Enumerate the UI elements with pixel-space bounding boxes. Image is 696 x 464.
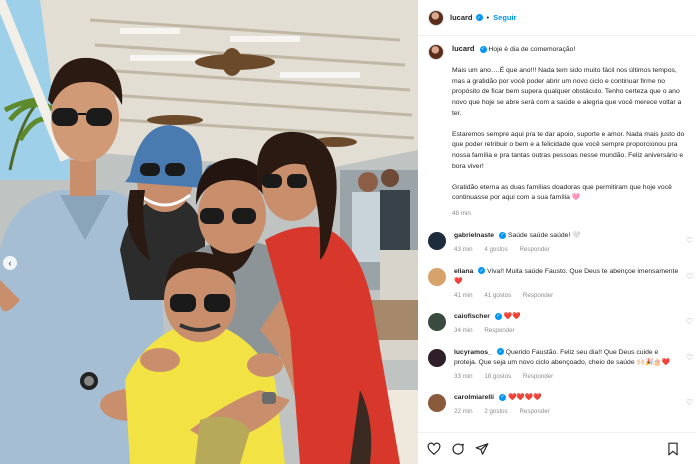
author-avatar[interactable] — [428, 9, 444, 26]
reply-button[interactable]: Responder — [523, 292, 553, 299]
comment-text: Viva!! Muita saúde Fausto. Que Deus te a… — [454, 267, 679, 285]
comment-text: ❤️❤️ — [503, 313, 521, 321]
commenter-username[interactable]: gabrielnaste — [454, 232, 494, 239]
caption-author-avatar[interactable] — [428, 44, 444, 60]
comment-like-heart-icon[interactable]: ♡ — [686, 318, 693, 326]
verified-badge-icon: ✓ — [494, 312, 502, 320]
comment-like-heart-icon[interactable]: ♡ — [686, 353, 693, 362]
commenter-avatar[interactable] — [428, 348, 446, 367]
verified-badge-icon: ✓ — [499, 393, 507, 401]
comment-like-heart-icon[interactable]: ♡ — [686, 399, 693, 407]
comment-likes[interactable]: 41 gostos — [484, 292, 511, 299]
commenter-avatar[interactable] — [428, 394, 446, 413]
verified-badge-icon: ✓ — [475, 14, 483, 21]
carousel-prev-button[interactable]: ‹ — [3, 256, 17, 270]
commenter-username[interactable]: eliana — [454, 268, 473, 275]
chevron-left-icon: ‹ — [8, 257, 12, 268]
comment-like-heart-icon[interactable]: ♡ — [686, 237, 693, 245]
comment-icon — [452, 443, 464, 455]
post-header: lucard ✓ • Seguir — [418, 0, 696, 36]
comment-time: 22 min — [454, 408, 473, 416]
family-photo-illustration — [0, 0, 418, 464]
comment-time: 41 min — [454, 291, 473, 299]
comment-like-heart-icon[interactable]: ♡ — [686, 272, 693, 281]
comment-likes[interactable]: 4 gostos — [484, 246, 507, 253]
caption-line-1: Hoje é dia de comemoração! — [488, 46, 576, 53]
reply-button[interactable]: Responder — [523, 373, 553, 380]
post-comments-scroll[interactable]: lucard ✓ Hoje é dia de comemoração! Mais … — [418, 36, 696, 432]
reply-button[interactable]: Responder — [484, 327, 514, 334]
comment-time: 34 min — [454, 327, 473, 335]
comment-item: eliana ✓ Viva!! Muita saúde Fausto. Que D… — [418, 267, 696, 302]
comment-item: caiofischer ✓ ❤️❤️ 34 min Responder ♡ — [418, 312, 696, 336]
reply-button[interactable]: Responder — [519, 246, 549, 253]
heart-icon — [427, 442, 441, 455]
post-side-panel: lucard ✓ • Seguir lucard ✓ Hoje é dia de … — [418, 0, 696, 464]
verified-badge-icon: ✓ — [499, 231, 507, 239]
follow-button[interactable]: Seguir — [493, 13, 516, 22]
commenter-username[interactable]: carolmiarelli — [454, 394, 494, 401]
separator-dot: • — [486, 13, 490, 22]
post-action-bar — [418, 432, 696, 464]
comment-item: gabrielnaste ✓ Saúde saúde saúde! 🤍 43 mi… — [418, 231, 696, 255]
reply-button[interactable]: Responder — [519, 408, 549, 415]
share-icon — [475, 442, 489, 455]
caption-timestamp: 48 min — [452, 209, 471, 217]
author-username[interactable]: lucard — [450, 13, 473, 22]
caption-line-2: Mais um ano….É que ano!!! Nada tem sido … — [452, 67, 682, 117]
bookmark-icon — [668, 442, 678, 456]
commenter-avatar[interactable] — [428, 313, 446, 332]
post-caption: lucard ✓ Hoje é dia de comemoração! Mais … — [418, 36, 696, 219]
verified-badge-icon: ✓ — [479, 45, 487, 53]
verified-badge-icon: ✓ — [496, 348, 504, 356]
comment-time: 33 min — [454, 372, 473, 380]
post-photo: ‹ — [0, 0, 418, 464]
commenter-username[interactable]: caiofischer — [454, 313, 490, 320]
caption-username[interactable]: lucard — [452, 44, 475, 53]
comment-button[interactable] — [451, 442, 465, 456]
verified-badge-icon: ✓ — [478, 267, 486, 275]
caption-line-3: Estaremos sempre aqui pra te dar apoio, … — [452, 130, 685, 170]
comment-text: ❤️❤️❤️❤️ — [507, 394, 542, 402]
comment-likes[interactable]: 18 gostos — [484, 373, 511, 380]
commenter-username[interactable]: lucyramos_ — [454, 349, 492, 356]
comment-item: lucyramos_ ✓ Querido Faustão. Feliz seu d… — [418, 348, 696, 383]
like-button[interactable] — [427, 442, 441, 456]
caption-line-4: Gratidão eterna as duas famílias doadora… — [452, 183, 672, 202]
comment-likes[interactable]: 2 gostos — [484, 408, 507, 415]
share-button[interactable] — [475, 442, 489, 456]
comment-item: carolmiarelli ✓ ❤️❤️❤️❤️ 22 min 2 gostos … — [418, 393, 696, 417]
comment-text: Saúde saúde saúde! 🤍 — [507, 232, 581, 240]
save-button[interactable] — [666, 442, 680, 456]
comment-time: 43 min — [454, 246, 473, 254]
commenter-avatar[interactable] — [428, 267, 446, 286]
commenter-avatar[interactable] — [428, 232, 446, 251]
